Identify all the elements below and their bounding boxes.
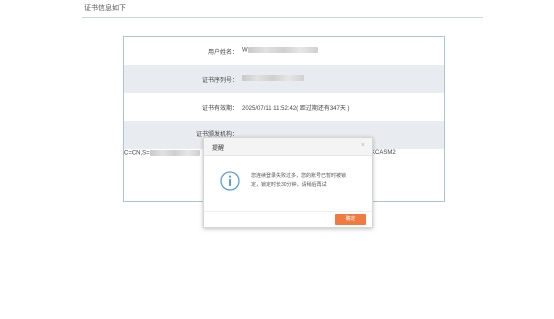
dialog-footer: 确定: [204, 211, 372, 228]
serial-number-label: 证书序列号：: [201, 78, 238, 84]
reminder-dialog: 提醒 × 您连续登录失败过多，您的账号已暂时被锁定，锁定时长30分钟，请稍后再试…: [203, 137, 373, 228]
redacted-serial-number: [242, 75, 304, 81]
issuer-value: C=CN,S=: [124, 150, 200, 157]
dialog-header: 提醒 ×: [204, 138, 372, 156]
ok-button[interactable]: 确定: [335, 214, 366, 225]
issuer-suffix: KCASM2: [371, 150, 396, 156]
issuer-prefix: C=CN,S=: [124, 150, 150, 157]
user-name-label: 用户姓名：: [207, 50, 238, 56]
redacted-issuer: [149, 150, 200, 156]
user-name-value: W: [242, 47, 318, 54]
title-divider: [82, 17, 483, 18]
row-serial-number: 证书序列号：: [124, 65, 444, 93]
close-icon[interactable]: ×: [361, 142, 365, 149]
redacted-user-name: [247, 47, 318, 53]
dialog-title: 提醒: [212, 146, 225, 152]
page-title: 证书信息如下: [84, 5, 126, 12]
user-name-prefix: W: [242, 47, 248, 54]
row-user-name: 用户姓名： W: [124, 37, 444, 65]
row-validity: 证书有效期： 2025/07/11 11:52:42( 距过期还有347天 ): [124, 93, 444, 121]
info-circle-icon: [220, 171, 240, 191]
dialog-message: 您连续登录失败过多，您的账号已暂时被锁定，锁定时长30分钟，请稍后再试: [251, 173, 347, 188]
serial-number-value: [242, 75, 304, 82]
validity-label: 证书有效期：: [201, 106, 238, 112]
validity-value: 2025/07/11 11:52:42( 距过期还有347天 ): [242, 106, 350, 112]
